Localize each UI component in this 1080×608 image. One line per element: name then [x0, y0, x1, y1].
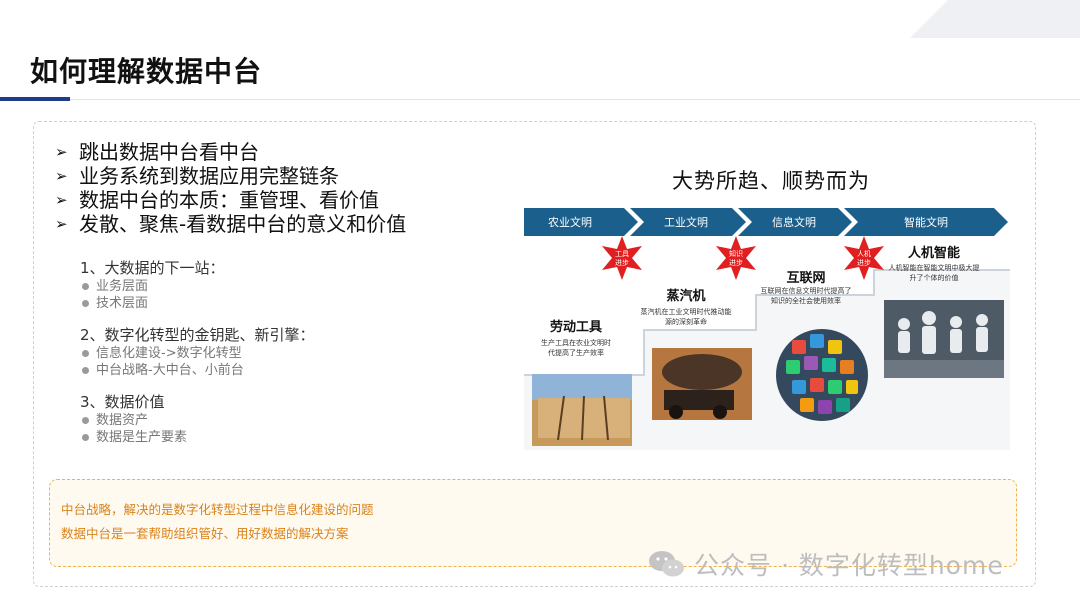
- key-point: ➢ 业务系统到数据应用完整链条: [55, 164, 339, 188]
- section-item: 数据资产: [80, 412, 315, 429]
- arrow-bullet-icon: ➢: [55, 215, 68, 233]
- dot-bullet-icon: [82, 300, 89, 307]
- arrow-bullet-icon: ➢: [55, 191, 68, 209]
- key-point: ➢ 数据中台的本质：重管理、看价值: [55, 188, 379, 212]
- stage-desc: 代提高了生产效率: [548, 348, 604, 357]
- civilization-evolution-diagram: 农业文明 工业文明 信息文明 智能文明 工具 进步 知识 进步 人机 进步 劳动…: [524, 208, 1010, 450]
- stage-name: 蒸汽机: [666, 288, 705, 304]
- era-label: 农业文明: [548, 215, 592, 229]
- title-divider: [70, 99, 1080, 100]
- section-item: 数据是生产要素: [80, 429, 315, 446]
- steam-engine-photo: [652, 348, 752, 420]
- watermark: 公众号 · 数字化转型home: [648, 546, 1004, 582]
- stage-name: 互联网: [786, 271, 825, 286]
- badge-text: 知识: [729, 249, 743, 258]
- dot-bullet-icon: [82, 417, 89, 424]
- era-label: 信息文明: [772, 215, 816, 229]
- progress-star-icon: [716, 236, 756, 280]
- stage-desc: 生产工具在农业文明时: [541, 338, 611, 347]
- progress-star-icon: [602, 236, 642, 280]
- section-item: 信息化建设->数字化转型: [80, 345, 315, 362]
- era-label: 工业文明: [664, 215, 708, 229]
- stage-desc: 人机智能在智能文明中极大提: [889, 263, 980, 272]
- badge-text: 进步: [615, 259, 629, 267]
- arrow-bullet-icon: ➢: [55, 167, 68, 185]
- stage-desc: 蒸汽机在工业文明时代推动能: [641, 307, 732, 316]
- section-item: 业务层面: [80, 278, 315, 295]
- diagram-title: 大势所趋、顺势而为: [672, 169, 870, 193]
- badge-text: 工具: [615, 250, 629, 258]
- stage-desc: 源的深刻革命: [665, 317, 707, 326]
- stage-desc: 升了个体的价值: [910, 273, 959, 282]
- watermark-text: 公众号 · 数字化转型home: [694, 551, 1004, 580]
- section-heading: 1、大数据的下一站：: [80, 259, 225, 277]
- page-title: 如何理解数据中台: [30, 55, 263, 88]
- badge-text: 进步: [857, 259, 871, 267]
- title-accent-bar: [0, 97, 70, 101]
- era-label: 智能文明: [904, 215, 948, 229]
- stage-desc: 互联网在信息文明时代提高了: [761, 286, 852, 295]
- internet-globe-icon: [776, 329, 868, 421]
- key-point: ➢ 跳出数据中台看中台: [55, 140, 259, 164]
- arrow-bullet-icon: ➢: [55, 143, 68, 161]
- section-heading: 2、数字化转型的金钥匙、新引擎：: [80, 326, 315, 344]
- dot-bullet-icon: [82, 367, 89, 374]
- callout-line: 数据中台是一套帮助组织管好、用好数据的解决方案: [61, 526, 349, 541]
- stage-desc: 知识的全社会使用效率: [771, 296, 841, 305]
- callout-line: 中台战略，解决的是数字化转型过程中信息化建设的问题: [61, 502, 374, 517]
- dot-bullet-icon: [82, 283, 89, 290]
- dot-bullet-icon: [82, 350, 89, 357]
- section-item: 技术层面: [80, 295, 315, 312]
- labor-tools-photo: [532, 374, 632, 446]
- badge-text: 进步: [729, 259, 743, 267]
- stage-name: 人机智能: [908, 245, 960, 261]
- corner-decoration: [910, 0, 1080, 38]
- key-points-list: ➢ 跳出数据中台看中台 ➢ 业务系统到数据应用完整链条 ➢ 数据中台的本质：重管理、看…: [55, 140, 406, 236]
- section-heading: 3、数据价值: [80, 393, 165, 411]
- wechat-icon: [649, 551, 684, 577]
- key-point: ➢ 发散、聚焦-看数据中台的意义和价值: [55, 212, 407, 236]
- badge-text: 人机: [857, 249, 871, 258]
- dot-bullet-icon: [82, 434, 89, 441]
- section-item: 中台战略-大中台、小前台: [80, 362, 315, 379]
- sub-sections: 1、大数据的下一站： 业务层面 技术层面 2、数字化转型的金钥匙、新引擎： 信息…: [80, 258, 315, 446]
- robots-photo: [884, 300, 1004, 378]
- stage-name: 劳动工具: [550, 319, 602, 335]
